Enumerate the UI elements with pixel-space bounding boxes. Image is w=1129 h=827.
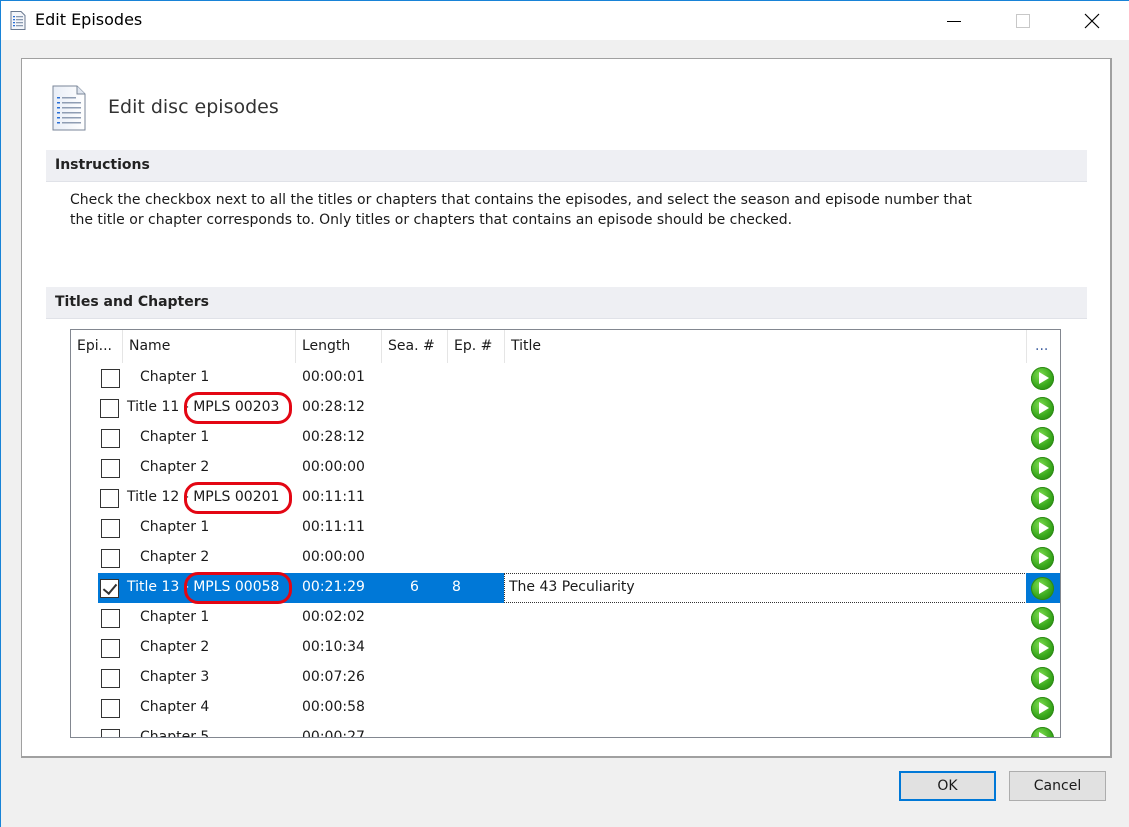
table-row[interactable]: Chapter 5 00:00:27	[71, 723, 1054, 738]
episode-checkbox[interactable]	[101, 669, 120, 688]
length-cell: 00:11:11	[302, 519, 365, 535]
play-icon[interactable]	[1031, 607, 1054, 630]
play-icon[interactable]	[1031, 457, 1054, 480]
episode-checkbox[interactable]	[101, 549, 120, 568]
length-cell: 00:00:27	[302, 729, 365, 738]
length-cell: 00:02:02	[302, 609, 365, 625]
episode-checkbox[interactable]	[101, 519, 120, 538]
table-row[interactable]: Title 13 - MPLS 00058 00:21:29 6 8 The 43 Pe…	[71, 572, 1060, 604]
column-header-episode-number[interactable]: Ep. #	[448, 330, 505, 363]
length-cell: 00:00:58	[302, 699, 365, 715]
episode-checkbox[interactable]	[101, 699, 120, 718]
play-icon[interactable]	[1031, 517, 1054, 540]
episode-number-cell[interactable]: 8	[452, 579, 461, 595]
maximize-button[interactable]	[1000, 1, 1046, 41]
episode-checkbox[interactable]	[101, 729, 120, 737]
play-icon[interactable]	[1031, 427, 1054, 450]
episode-checkbox[interactable]	[101, 369, 120, 388]
length-cell: 00:28:12	[302, 399, 365, 415]
season-cell[interactable]: 6	[410, 579, 419, 595]
edit-episodes-window: Edit Episodes Edit disc episodes Instruc…	[0, 0, 1129, 827]
play-icon[interactable]	[1031, 727, 1054, 737]
length-cell: 00:00:00	[302, 549, 365, 565]
name-cell: Chapter 5	[140, 729, 210, 738]
title-bar: Edit Episodes	[1, 0, 1129, 40]
episode-checkbox[interactable]	[101, 639, 120, 658]
column-header-name[interactable]: Name	[123, 330, 296, 363]
instructions-text: Check the checkbox next to all the title…	[70, 190, 1080, 230]
episode-checkbox[interactable]	[100, 489, 119, 508]
name-cell: Chapter 2	[140, 549, 210, 565]
document-list-icon	[52, 85, 86, 131]
table-row[interactable]: Chapter 2 00:00:00	[71, 453, 1054, 483]
list-header: Epi... Name Length Sea. # Ep. # Title ..…	[71, 330, 1048, 363]
play-icon[interactable]	[1031, 547, 1054, 570]
play-icon[interactable]	[1031, 397, 1054, 420]
window-title: Edit Episodes	[35, 10, 143, 29]
play-icon[interactable]	[1031, 367, 1054, 390]
column-header-episode[interactable]: Epi...	[71, 330, 123, 363]
instructions-line-2: the title or chapter corresponds to. Onl…	[70, 212, 793, 228]
episode-checkbox[interactable]	[100, 579, 119, 598]
table-row[interactable]: Title 12 - MPLS 00201 00:11:11	[71, 482, 1054, 514]
length-cell: 00:00:00	[302, 459, 365, 475]
table-row[interactable]: Chapter 1 00:11:11	[71, 513, 1054, 543]
column-header-title[interactable]: Title	[505, 330, 1027, 363]
titles-chapters-heading: Titles and Chapters	[46, 287, 1087, 319]
table-row[interactable]: Chapter 4 00:00:58	[71, 693, 1054, 723]
table-row[interactable]: Title 11 - MPLS 00203 00:28:12	[71, 392, 1054, 424]
name-cell: Chapter 1	[140, 519, 210, 535]
name-cell: Chapter 1	[140, 609, 210, 625]
instructions-line-1: Check the checkbox next to all the title…	[70, 192, 972, 208]
minimize-button[interactable]	[931, 1, 977, 41]
play-icon[interactable]	[1031, 487, 1054, 510]
name-cell: Chapter 2	[140, 459, 210, 475]
column-header-season[interactable]: Sea. #	[382, 330, 448, 363]
name-cell: Chapter 4	[140, 699, 210, 715]
name-cell: Title 13 - MPLS 00058	[127, 579, 280, 595]
length-cell: 00:07:26	[302, 669, 365, 685]
name-cell: Chapter 1	[140, 369, 210, 385]
close-icon	[1084, 13, 1100, 29]
document-list-icon	[10, 11, 26, 30]
ok-button[interactable]: OK	[899, 771, 996, 801]
name-cell: Chapter 1	[140, 429, 210, 445]
titles-chapters-list[interactable]: Epi... Name Length Sea. # Ep. # Title ..…	[70, 329, 1061, 738]
column-header-length[interactable]: Length	[296, 330, 382, 363]
table-row[interactable]: Chapter 1 00:28:12	[71, 423, 1054, 453]
close-button[interactable]	[1069, 1, 1115, 41]
list-body: Chapter 1 00:00:01 Title 11 - MPLS 00203 00…	[71, 363, 1060, 738]
play-icon[interactable]	[1031, 577, 1054, 600]
name-cell: Chapter 2	[140, 639, 210, 655]
column-header-more[interactable]: ...	[1027, 330, 1060, 363]
instructions-heading: Instructions	[46, 150, 1087, 182]
episode-checkbox[interactable]	[100, 399, 119, 418]
main-panel: Edit disc episodes Instructions Check th…	[21, 58, 1112, 758]
maximize-icon	[1016, 14, 1030, 28]
page-title: Edit disc episodes	[108, 96, 279, 118]
length-cell: 00:21:29	[302, 579, 365, 595]
minimize-icon	[947, 20, 961, 22]
play-icon[interactable]	[1031, 697, 1054, 720]
length-cell: 00:00:01	[302, 369, 365, 385]
table-row[interactable]: Chapter 2 00:10:34	[71, 633, 1054, 663]
cancel-button[interactable]: Cancel	[1009, 771, 1106, 801]
name-cell: Title 11 - MPLS 00203	[127, 399, 280, 415]
table-row[interactable]: Chapter 1 00:02:02	[71, 603, 1054, 633]
length-cell: 00:10:34	[302, 639, 365, 655]
episode-checkbox[interactable]	[101, 609, 120, 628]
title-cell[interactable]: The 43 Peculiarity	[509, 579, 635, 595]
table-row[interactable]: Chapter 1 00:00:01	[71, 363, 1054, 393]
length-cell: 00:28:12	[302, 429, 365, 445]
table-row[interactable]: Chapter 3 00:07:26	[71, 663, 1054, 693]
play-icon[interactable]	[1031, 637, 1054, 660]
name-cell: Title 12 - MPLS 00201	[127, 489, 280, 505]
table-row[interactable]: Chapter 2 00:00:00	[71, 543, 1054, 573]
episode-checkbox[interactable]	[101, 429, 120, 448]
name-cell: Chapter 3	[140, 669, 210, 685]
length-cell: 00:11:11	[302, 489, 365, 505]
play-icon[interactable]	[1031, 667, 1054, 690]
episode-checkbox[interactable]	[101, 459, 120, 478]
